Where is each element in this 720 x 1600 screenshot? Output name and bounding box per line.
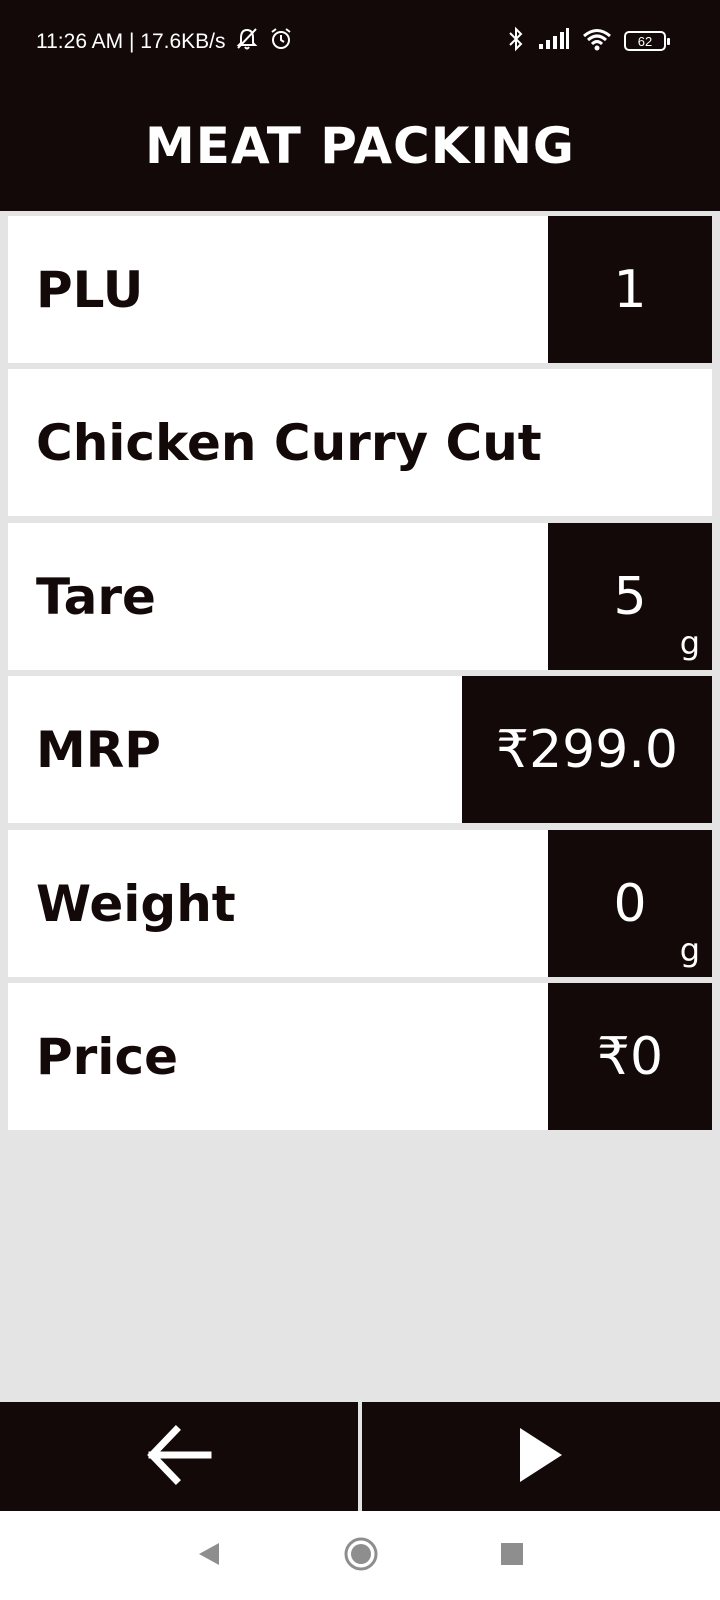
- price-value-box[interactable]: ₹0: [548, 983, 712, 1130]
- product-row[interactable]: Chicken Curry Cut: [8, 369, 712, 516]
- status-right: 62: [506, 26, 670, 56]
- weight-value-box[interactable]: 0 g: [548, 830, 712, 977]
- title-bar: MEAT PACKING: [0, 80, 720, 211]
- tare-unit: g: [679, 624, 700, 662]
- price-label: Price: [36, 1027, 178, 1086]
- tare-row[interactable]: Tare 5 g: [8, 523, 712, 670]
- weight-unit: g: [679, 931, 700, 969]
- battery-icon: 62: [624, 31, 670, 51]
- tare-label: Tare: [36, 567, 156, 626]
- bluetooth-icon: [506, 26, 526, 56]
- status-time-speed: 11:26 AM | 17.6KB/s: [36, 30, 226, 53]
- mrp-value-box[interactable]: ₹299.0: [462, 676, 712, 823]
- product-name: Chicken Curry Cut: [36, 413, 542, 472]
- nav-home-icon[interactable]: [343, 1536, 379, 1576]
- system-nav-bar: [0, 1511, 720, 1600]
- price-row[interactable]: Price ₹0: [8, 983, 712, 1130]
- plu-row[interactable]: PLU 1: [8, 216, 712, 363]
- wifi-icon: [582, 27, 612, 55]
- battery-level: 62: [637, 33, 653, 49]
- signal-icon: [538, 28, 570, 54]
- tare-value: 5: [613, 566, 647, 627]
- tare-value-box[interactable]: 5 g: [548, 523, 712, 670]
- plu-label: PLU: [36, 260, 144, 319]
- back-button[interactable]: [0, 1402, 358, 1511]
- mrp-row[interactable]: MRP ₹299.0: [8, 676, 712, 823]
- price-value: ₹0: [596, 1026, 664, 1087]
- weight-label: Weight: [36, 874, 236, 933]
- weight-value: 0: [613, 873, 647, 934]
- plu-value-box[interactable]: 1: [548, 216, 712, 363]
- mrp-value: ₹299.0: [496, 719, 678, 780]
- plu-value: 1: [613, 259, 647, 320]
- status-left: 11:26 AM | 17.6KB/s: [36, 26, 294, 58]
- status-bar: 11:26 AM | 17.6KB/s 62: [0, 0, 720, 80]
- mrp-label: MRP: [36, 720, 161, 779]
- action-bar: [0, 1402, 720, 1511]
- alarm-icon: [268, 26, 294, 58]
- next-button[interactable]: [362, 1402, 720, 1511]
- arrow-left-icon: [144, 1420, 214, 1494]
- weight-row[interactable]: Weight 0 g: [8, 830, 712, 977]
- nav-recents-icon[interactable]: [499, 1541, 525, 1571]
- play-icon: [516, 1426, 566, 1488]
- page-title: MEAT PACKING: [145, 116, 575, 175]
- nav-back-icon[interactable]: [195, 1540, 223, 1572]
- bell-off-icon: [234, 26, 260, 58]
